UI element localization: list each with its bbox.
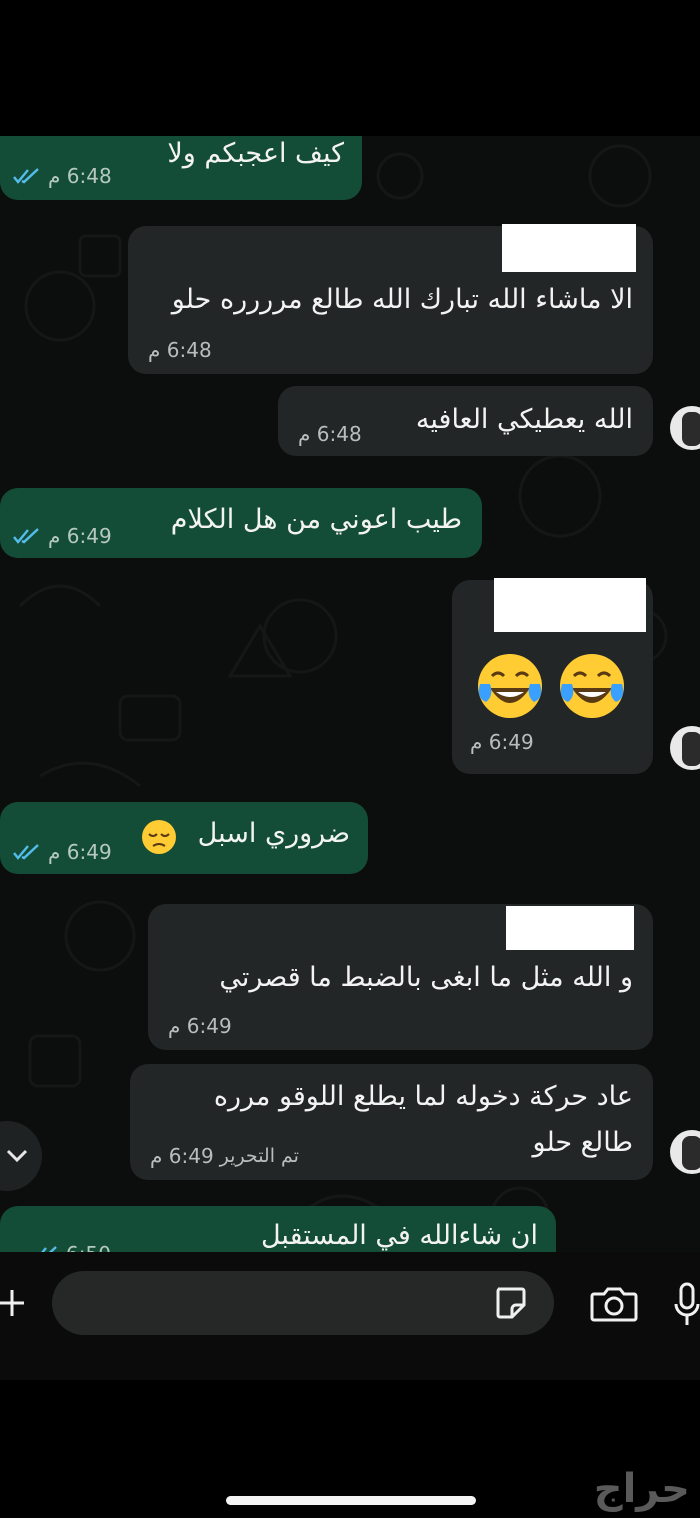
- message-input-field[interactable]: [52, 1271, 554, 1335]
- message-meta: 6:49 م: [12, 840, 112, 864]
- message-meta: 6:49 م: [12, 524, 112, 548]
- camera-icon[interactable]: [590, 1286, 638, 1322]
- message-time: 6:49 م: [48, 840, 112, 864]
- message-bubble-outgoing[interactable]: طيب اعوني من هل الكلام 6:49 م: [0, 488, 482, 558]
- sticker-icon[interactable]: [492, 1285, 528, 1321]
- message-time: 6:48 م: [48, 164, 112, 188]
- message-time: 6:49 م: [168, 1014, 232, 1038]
- message-bubble-incoming[interactable]: الا ماشاء الله تبارك الله طالع مرررره حل…: [128, 224, 653, 374]
- message-meta: تم التحرير 6:49 م: [150, 1144, 299, 1168]
- message-text: كيف اعجبكم ولا: [167, 138, 344, 169]
- tears-of-joy-emoji: [478, 654, 542, 718]
- message-text: ان شاءالله في المستقبل: [260, 1220, 538, 1251]
- double-check-icon: [13, 844, 39, 860]
- message-text: الا ماشاء الله تبارك الله طالع مرررره حل…: [171, 284, 633, 315]
- pensive-emoji: [142, 820, 176, 854]
- edited-label: تم التحرير: [219, 1145, 299, 1167]
- message-meta: 6:48 م: [12, 164, 112, 188]
- message-bubble-incoming[interactable]: عاد حركة دخوله لما يطلع اللوقو مرره طالع…: [130, 1064, 653, 1180]
- message-text: و الله مثل ما ابغى بالضبط ما قصرتي: [219, 962, 633, 993]
- message-text: طيب اعوني من هل الكلام: [170, 504, 462, 535]
- message-bubble-incoming[interactable]: 6:49 م: [452, 578, 653, 774]
- message-time: 6:48 م: [148, 338, 212, 362]
- message-text: الله يعطيكي العافيه: [415, 404, 633, 435]
- message-input-bar: [0, 1252, 700, 1380]
- home-indicator: [226, 1496, 476, 1505]
- message-time: 6:50: [66, 1242, 111, 1252]
- message-bubble-outgoing[interactable]: ضروري اسبل 6:49 م: [0, 802, 368, 874]
- message-bubble-incoming[interactable]: الله يعطيكي العافيه 6:48 م: [278, 386, 653, 456]
- message-bubble-incoming[interactable]: و الله مثل ما ابغى بالضبط ما قصرتي 6:49 …: [148, 904, 653, 1050]
- message-bubble-outgoing[interactable]: ان شاءالله في المستقبل 6:50: [0, 1206, 556, 1252]
- message-time: 6:48 م: [298, 422, 362, 446]
- message-time: 6:49 م: [48, 524, 112, 548]
- double-check-icon: [13, 528, 39, 544]
- chat-area: كيف اعجبكم ولا 6:48 م الا ماشاء الله تبا…: [0, 136, 700, 1252]
- microphone-icon[interactable]: [674, 1282, 700, 1328]
- tears-of-joy-emoji: [560, 654, 624, 718]
- message-bubble-outgoing[interactable]: كيف اعجبكم ولا 6:48 م: [0, 136, 362, 200]
- redacted-sender-name: [506, 906, 634, 950]
- message-time: 6:49 م: [150, 1144, 214, 1168]
- redacted-sender-name: [502, 224, 636, 272]
- message-time: 6:49 م: [470, 730, 534, 754]
- chevron-down-icon: [6, 1149, 28, 1163]
- redacted-sender-name: [494, 578, 646, 632]
- watermark-logo: حراج: [593, 1466, 690, 1512]
- double-check-icon: [13, 168, 39, 184]
- plus-icon[interactable]: [0, 1288, 26, 1318]
- message-meta: 6:50: [30, 1242, 111, 1252]
- message-text: ضروري اسبل: [197, 818, 350, 849]
